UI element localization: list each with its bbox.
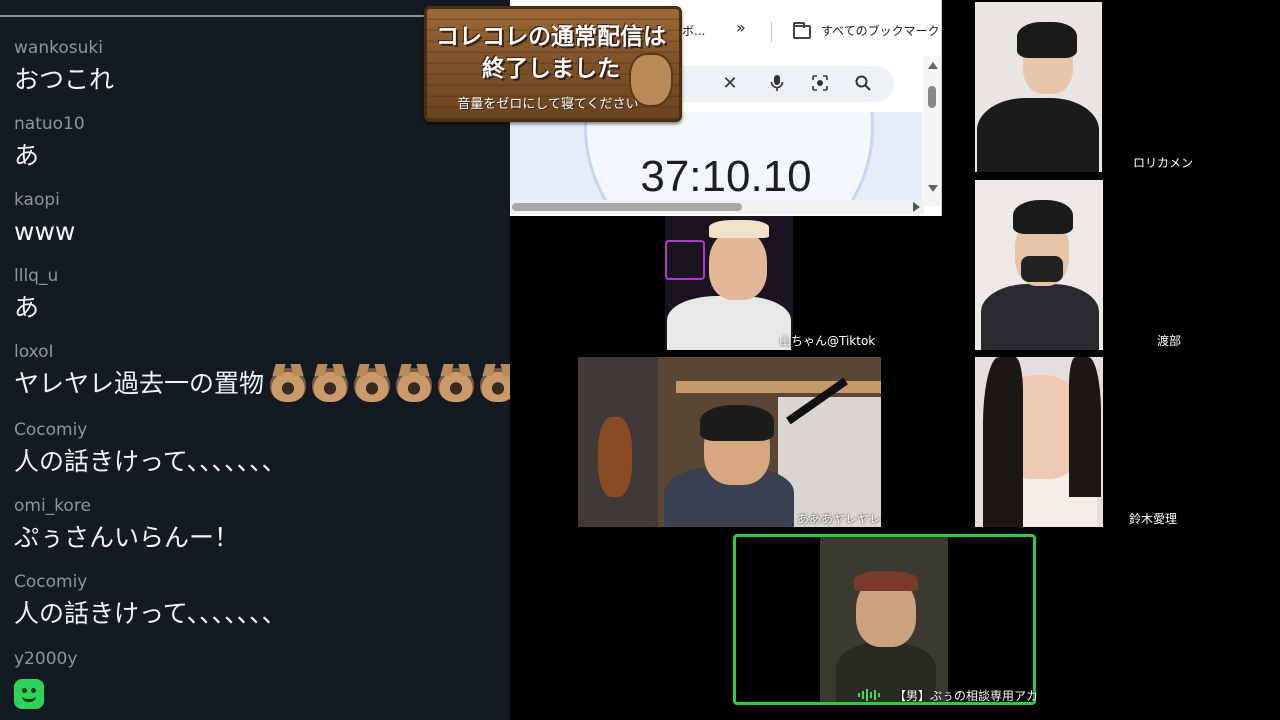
chat-text: 人の話きけって、、、、、、、 [14,447,287,476]
horizontal-scrollbar[interactable] [510,200,924,214]
chat-username: lllq_u [14,266,59,286]
chat-message: Cocomiy 人の話きけって、、、、、、、 [14,418,510,482]
chat-message: omi_kore ぷぅさんいらんー！ [14,494,510,558]
guitar [598,417,632,497]
video-figure [1017,22,1077,58]
lens-icon[interactable] [809,74,831,97]
vertical-scrollbar[interactable] [923,56,941,206]
cat-emote-icon [438,368,475,402]
green-smiley-emoji-icon [14,679,44,709]
chat-message: Cocomiy 人の話きけって、、、、、、、 [14,570,510,634]
chat-text: ぷぅさんいらんー！ [14,523,240,552]
participant-video [975,357,1103,527]
chat-divider [0,15,430,17]
participant-video [975,180,1103,350]
chat-text: 人の話きけって、、、、、、、 [14,599,287,628]
video-figure [981,284,1099,350]
participant-video [578,357,881,527]
mic-icon[interactable] [766,74,788,97]
chat-text-row: ヤレヤレ過去一の置物 [14,364,510,404]
scrollbar-thumb[interactable] [928,86,936,108]
participant-video [665,216,793,350]
video-figure [700,405,774,441]
chat-message: kaopi www [14,188,510,252]
stream-ended-sign: コレコレの通常配信は 終了しました 音量をゼロにして寝てください [424,6,682,122]
video-figure [709,230,767,300]
chat-text: あ [14,141,40,170]
participant-name: ロリカメン [1133,156,1194,170]
sign-title-line1: コレコレの通常配信は [436,24,666,50]
scroll-down-icon[interactable] [928,185,938,192]
video-figure [667,296,791,350]
scroll-right-icon[interactable] [913,202,920,212]
chat-username: Cocomiy [14,572,88,592]
cat-emote-icon [480,368,510,402]
sign-subtitle: 音量をゼロにして寝てください [457,97,639,112]
stopwatch-time: 37:10.10 [640,152,812,201]
cat-emote-icon [354,368,391,402]
scrollbar-thumb[interactable] [512,203,742,211]
participant-name: あああヤレヤレ [797,512,882,526]
cat-emote-icon [270,368,307,402]
search-icon[interactable] [852,74,874,97]
participant-name: 渡部 [1157,334,1182,348]
participant-name: 【男】ぷぅの相談専用アカ [894,689,1039,703]
shelf [676,381,881,393]
video-figure [983,357,1023,527]
chat-text: www [14,217,76,246]
chat-message: lllq_u あ [14,264,510,328]
more-bookmarks-button[interactable]: » [736,18,746,37]
chat-message: y2000y [14,647,510,713]
scroll-up-icon[interactable] [928,62,938,69]
cat-emote-icon [312,368,349,402]
neon-sign [665,240,705,280]
chat-username: y2000y [14,649,78,669]
participant-video [820,537,948,702]
participant-name: 山ちゃん@Tiktok [779,334,876,348]
bookmark-item[interactable]: ボ... [682,22,705,39]
chat-text: あ [14,293,40,322]
active-speaker-video: 【男】ぷぅの相談専用アカ [733,534,1039,705]
video-figure [1013,200,1073,234]
clear-search-button[interactable]: ✕ [719,74,741,94]
video-figure [1069,357,1101,497]
video-figure [977,98,1099,172]
chat-text: ヤレヤレ過去一の置物 [14,369,265,398]
stream-screen: wankosuki おつこれ natuo10 あ kaopi www lllq_… [0,0,1280,720]
chat-username: omi_kore [14,496,91,516]
participant-video [975,2,1102,172]
participant-name: 鈴木愛理 [1129,512,1178,526]
video-figure [854,571,918,591]
video-figure [709,220,769,238]
cat-emote-icon [396,368,433,402]
face-mask [1021,256,1063,282]
audio-level-icon [858,689,880,701]
chat-username: loxoI [14,342,54,362]
folder-icon [793,22,811,39]
chat-username: Cocomiy [14,420,88,440]
bookmarks-separator [771,22,772,42]
chat-username: kaopi [14,190,60,210]
mascot-icon [629,53,673,107]
all-bookmarks-button[interactable]: すべてのブックマーク [821,22,940,39]
chat-message: loxoI ヤレヤレ過去一の置物 [14,340,510,404]
